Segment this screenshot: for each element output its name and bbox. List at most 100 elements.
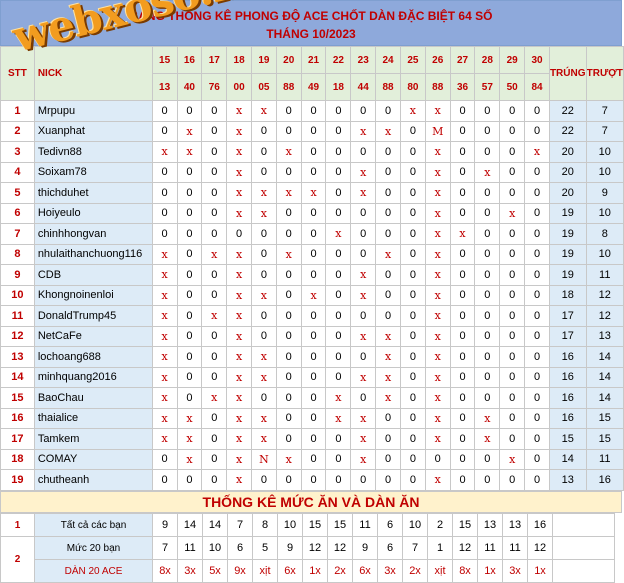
summary-value: 1x <box>302 559 328 583</box>
row-mark: x <box>251 428 277 450</box>
row-mark: 0 <box>151 120 178 142</box>
row-mark: 0 <box>201 346 228 368</box>
summary-value: 9 <box>352 536 378 560</box>
row-mark: x <box>424 305 451 327</box>
row-mark: x <box>251 284 277 306</box>
row-mark: 0 <box>524 100 550 122</box>
row-mark: 0 <box>499 284 526 306</box>
row-mark: 0 <box>524 469 550 491</box>
header-result: 50 <box>499 73 526 101</box>
row-mark: x <box>300 284 327 306</box>
row-mark: x <box>151 346 178 368</box>
summary-value: xịt <box>427 559 453 583</box>
row-mark: 0 <box>350 202 377 224</box>
header-result: 00 <box>226 73 252 101</box>
row-mark: 0 <box>449 469 476 491</box>
summary-value: 5 <box>252 536 278 560</box>
row-mark: 0 <box>524 120 550 142</box>
row-mark: x <box>226 448 252 470</box>
row-trung: 19 <box>548 264 587 286</box>
row-mark: 0 <box>350 305 377 327</box>
row-mark: 0 <box>375 100 401 122</box>
row-mark: x <box>226 141 252 163</box>
row-trung: 20 <box>548 182 587 204</box>
row-mark: 0 <box>399 284 426 306</box>
row-mark: 0 <box>275 346 302 368</box>
row-trung: 15 <box>548 428 587 450</box>
row-mark: 0 <box>201 264 228 286</box>
row-mark: 0 <box>449 325 476 347</box>
row-mark: 0 <box>449 366 476 388</box>
row-mark: x <box>226 407 252 429</box>
row-trung: 22 <box>548 100 587 122</box>
summary-stt: 2 <box>0 536 35 583</box>
row-mark: x <box>151 407 178 429</box>
header-result: 13 <box>151 73 178 101</box>
row-mark: 0 <box>325 325 352 347</box>
row-mark: 0 <box>226 223 252 245</box>
row-mark: x <box>424 223 451 245</box>
row-mark: x <box>424 264 451 286</box>
table-row: 13 lochoang688 x 0 0 x x 0 0 0 0 x 0 x 0 0 0 0 16 14 <box>0 346 624 368</box>
row-truot: 14 <box>585 346 624 368</box>
header-result: 18 <box>325 73 352 101</box>
row-mark: x <box>226 264 252 286</box>
row-mark: x <box>449 223 476 245</box>
row-mark: x <box>201 305 228 327</box>
summary-value: 7 <box>152 536 178 560</box>
row-stt: 18 <box>0 448 35 470</box>
row-mark: 0 <box>474 202 501 224</box>
row-mark: 0 <box>474 243 501 265</box>
row-mark: 0 <box>201 141 228 163</box>
row-truot: 10 <box>585 202 624 224</box>
header-result: 44 <box>350 73 377 101</box>
summary-label: DÀN 20 ACE <box>34 559 153 583</box>
table-row: 2 Xuanphat 0 x 0 x 0 0 0 0 x x 0 M 0 0 0 0 22 7 <box>0 120 624 142</box>
row-mark: x <box>251 366 277 388</box>
row-mark: 0 <box>325 346 352 368</box>
row-truot: 8 <box>585 223 624 245</box>
row-mark: x <box>226 120 252 142</box>
row-mark: 0 <box>524 346 550 368</box>
row-mark: x <box>275 243 302 265</box>
header-day: 23 <box>350 46 377 74</box>
row-mark: 0 <box>375 407 401 429</box>
header-day: 26 <box>424 46 451 74</box>
summary-value: 10 <box>202 536 228 560</box>
summary-value: 9 <box>277 536 303 560</box>
row-mark: x <box>424 469 451 491</box>
row-mark: x <box>424 243 451 265</box>
row-mark: x <box>375 325 401 347</box>
row-mark: x <box>226 346 252 368</box>
row-mark: x <box>424 182 451 204</box>
row-mark: 0 <box>399 182 426 204</box>
row-mark: x <box>226 161 252 183</box>
row-mark: 0 <box>499 387 526 409</box>
row-trung: 19 <box>548 243 587 265</box>
row-mark: 0 <box>350 100 377 122</box>
row-mark: x <box>151 284 178 306</box>
row-mark: x <box>424 387 451 409</box>
summary-value: 16 <box>527 513 553 537</box>
summary-value: 2x <box>402 559 428 583</box>
row-nick: Soixam78 <box>33 161 153 183</box>
table-row: 10 Khongnoinenloi x 0 0 x x 0 x 0 x 0 0 x 0 0 0 0 18 12 <box>0 284 624 306</box>
row-mark: x <box>300 182 327 204</box>
row-mark: 0 <box>325 141 352 163</box>
row-mark: 0 <box>300 448 327 470</box>
row-mark: x <box>251 182 277 204</box>
row-mark: 0 <box>300 161 327 183</box>
row-mark: 0 <box>350 243 377 265</box>
row-nick: Hoiyeulo <box>33 202 153 224</box>
row-mark: 0 <box>275 366 302 388</box>
table-row: 14 minhquang2016 x 0 0 x x 0 0 0 x x 0 x 0 0 0 0 16 14 <box>0 366 624 388</box>
row-mark: x <box>424 366 451 388</box>
row-mark: 0 <box>300 243 327 265</box>
header-day: 17 <box>201 46 228 74</box>
row-mark: x <box>499 202 526 224</box>
summary-value: 9 <box>152 513 178 537</box>
row-truot: 12 <box>585 305 624 327</box>
row-mark: 0 <box>399 161 426 183</box>
row-mark: 0 <box>251 161 277 183</box>
summary-value: 3x <box>377 559 403 583</box>
